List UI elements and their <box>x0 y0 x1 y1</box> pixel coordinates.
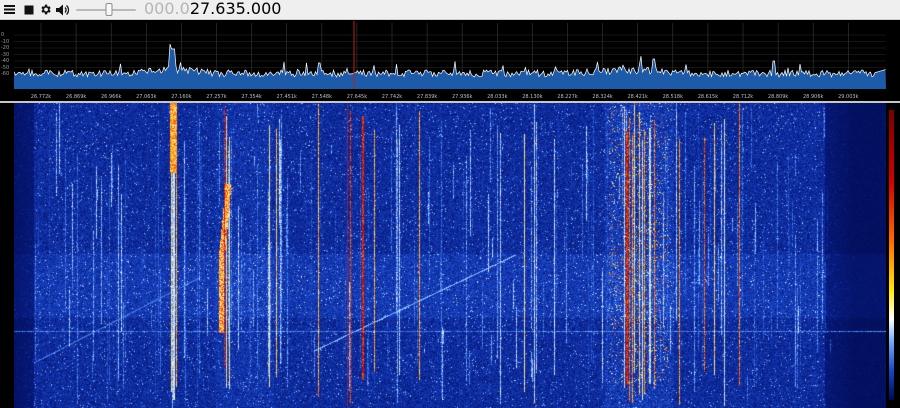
waterfall-color-legend <box>889 110 894 400</box>
frequency-leading-digits: 000.0 <box>144 0 190 18</box>
spectrum-freq-label: 27.063k <box>136 94 156 100</box>
hamburger-menu-icon <box>4 5 15 14</box>
spectrum-y-tick: -30 <box>1 51 10 58</box>
spectrum-freq-label: 28.809k <box>768 94 788 100</box>
spectrum-freq-label: 26.966k <box>101 94 121 100</box>
spectrum-freq-label: 27.257k <box>206 94 226 100</box>
waterfall-display[interactable] <box>14 103 886 408</box>
spectrum-y-tick: 0 <box>1 32 5 38</box>
gear-icon <box>41 4 51 15</box>
spectrum-freq-label: 27.548k <box>312 94 332 100</box>
spectrum-freq-label: 28.518k <box>663 94 683 100</box>
spectrum-freq-label: 28.130k <box>522 94 542 100</box>
spectrum-freq-label: 28.421k <box>628 94 648 100</box>
spectrum-freq-label: 28.033k <box>487 94 507 100</box>
spectrum-freq-label: 28.615k <box>698 94 718 100</box>
volume-slider-thumb[interactable] <box>105 3 113 16</box>
volume-slider[interactable] <box>74 3 138 17</box>
spectrum-y-tick: -10 <box>1 38 10 45</box>
spectrum-freq-label: 27.936k <box>452 94 472 100</box>
frequency-main-digits: 27.635.000 <box>189 0 282 18</box>
spectrum-y-tick: -20 <box>1 45 10 51</box>
volume-button[interactable] <box>55 2 70 17</box>
spectrum-freq-label: 27.742k <box>382 94 402 100</box>
spectrum-y-tick: -60 <box>1 71 10 77</box>
spectrum-freq-label: 27.160k <box>171 94 191 100</box>
spectrum-svg: 26.772k 26.869k 26.966k 27.063k 27.160k 27.25… <box>14 21 886 100</box>
spectrum-freq-label: 28.227k <box>557 94 577 100</box>
toolbar: 000.027.635.000 <box>0 0 900 20</box>
spectrum-fill <box>14 44 886 89</box>
waterfall-left-margin <box>0 103 14 408</box>
menu-button[interactable] <box>2 2 17 17</box>
spectrum-freq-label: 28.906k <box>803 94 823 100</box>
spectrum-y-tick: -50 <box>1 64 10 71</box>
spectrum-y-axis: 0 -10 -20 -30 -40 -50 -60 <box>0 21 14 81</box>
stop-button[interactable] <box>21 2 36 17</box>
spectrum-plot[interactable]: 26.772k 26.869k 26.966k 27.063k 27.160k 27.25… <box>14 21 886 101</box>
spectrum-freq-label: 27.451k <box>277 94 297 100</box>
spectrum-freq-label: 27.354k <box>241 94 261 100</box>
frequency-display[interactable]: 000.027.635.000 <box>144 0 281 19</box>
spectrum-freq-label: 29.003k <box>838 94 858 100</box>
stop-icon <box>24 5 33 14</box>
spectrum-freq-label: 27.645k <box>347 94 367 100</box>
spectrum-freq-label: 26.869k <box>66 94 86 100</box>
settings-button[interactable] <box>38 2 53 17</box>
spectrum-y-tick: -40 <box>1 58 10 64</box>
spectrum-freq-label: 28.712k <box>733 94 753 100</box>
spectrum-freq-label: 27.839k <box>417 94 437 100</box>
spectrum-freq-label: 26.772k <box>31 94 51 100</box>
spectrum-freq-label: 28.324k <box>592 94 612 100</box>
speaker-icon <box>56 4 69 15</box>
